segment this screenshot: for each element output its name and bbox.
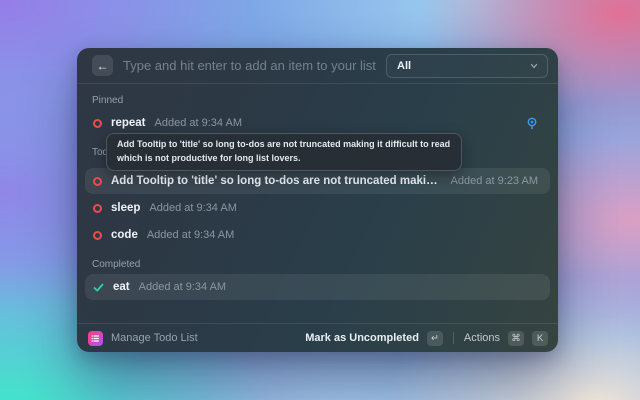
app-name-label: Manage Todo List: [111, 332, 198, 344]
item-tooltip: Add Tooltip to 'title' so long to-dos ar…: [106, 133, 462, 171]
section-header-completed: Completed: [92, 259, 141, 270]
todo-circle-icon: [93, 176, 102, 186]
chevron-down-icon: [529, 61, 539, 71]
todo-circle-icon: [93, 118, 102, 128]
todo-circle-icon: [93, 203, 102, 213]
command-key-badge[interactable]: ⌘: [508, 330, 524, 346]
return-key-badge[interactable]: ↵: [426, 330, 443, 346]
item-title: eat: [113, 281, 130, 293]
search-input[interactable]: [123, 58, 376, 73]
checkmark-icon: [93, 282, 104, 293]
back-arrow-icon: ←: [96, 58, 109, 73]
primary-action-label[interactable]: Mark as Uncompleted: [305, 332, 419, 344]
item-subtitle: Added at 9:34 AM: [149, 202, 237, 214]
item-subtitle: Added at 9:34 AM: [154, 117, 242, 129]
k-key-badge[interactable]: K: [532, 330, 548, 346]
item-title: code: [111, 229, 138, 241]
section-header-pinned: Pinned: [92, 95, 124, 106]
footer-divider: [452, 332, 454, 344]
footer-action-bar: Manage Todo List Mark as Uncompleted ↵ A…: [77, 323, 558, 352]
filter-dropdown-value: All: [397, 59, 412, 72]
header: ← All: [77, 48, 558, 84]
item-title: Add Tooltip to 'title' so long to-dos ar…: [111, 175, 442, 187]
list-item-add-tooltip[interactable]: Add Tooltip to 'title' so long to-dos ar…: [85, 168, 550, 194]
item-subtitle: Added at 9:23 AM: [450, 175, 538, 187]
todo-list: Pinned repeat Added at 9:34 AM Todos Add…: [77, 84, 558, 323]
item-title: repeat: [111, 117, 146, 129]
back-button[interactable]: ←: [92, 55, 113, 76]
todo-circle-icon: [93, 230, 102, 240]
filter-dropdown[interactable]: All: [386, 53, 548, 78]
manage-todo-list-icon: [88, 330, 103, 346]
item-subtitle: Added at 9:34 AM: [146, 229, 235, 241]
item-title: sleep: [111, 202, 141, 214]
list-item-sleep[interactable]: sleep Added at 9:34 AM: [85, 195, 550, 221]
list-item-code[interactable]: code Added at 9:34 AM: [85, 222, 550, 248]
actions-menu-label[interactable]: Actions: [464, 332, 500, 344]
pin-icon: [526, 117, 542, 130]
raycast-window: ← All Pinned repeat Added at 9:34 AM To: [77, 48, 558, 352]
item-subtitle: Added at 9:34 AM: [138, 281, 227, 293]
list-item-eat[interactable]: eat Added at 9:34 AM: [85, 274, 550, 300]
